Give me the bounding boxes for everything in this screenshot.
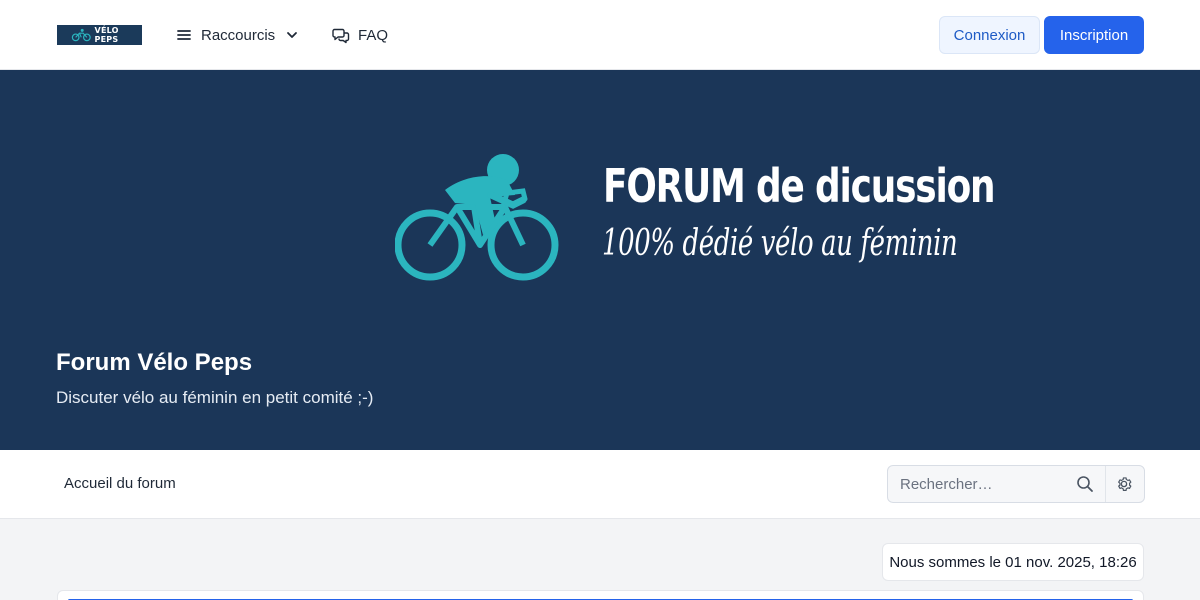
login-button[interactable]: Connexion: [939, 16, 1040, 54]
site-title[interactable]: Forum Vélo Peps: [56, 349, 252, 377]
banner-subtitle: 100% dédié vélo au féminin: [602, 223, 958, 264]
search-divider: [1105, 466, 1106, 502]
advanced-search-button[interactable]: [1113, 473, 1135, 495]
chat-bubbles-icon: [332, 28, 350, 44]
hero-header: FORUM de dicussion 100% dédié vélo au fé…: [0, 70, 1200, 450]
search-box: [887, 465, 1145, 503]
shortcuts-menu[interactable]: Raccourcis: [176, 22, 299, 48]
search-icon: [1077, 476, 1093, 492]
register-button[interactable]: Inscription: [1044, 16, 1144, 54]
faq-label: FAQ: [358, 26, 389, 44]
search-button[interactable]: [1074, 473, 1096, 495]
shortcuts-label: Raccourcis: [201, 26, 276, 44]
top-navbar: VÉLO PEPS Raccourcis FAQ Connexion Inscr…: [0, 0, 1200, 70]
chevron-down-icon: [287, 32, 298, 38]
forum-banner: FORUM de dicussion 100% dédié vélo au fé…: [395, 145, 996, 295]
search-input[interactable]: [888, 466, 1070, 502]
banner-title: FORUM de dicussion: [603, 159, 996, 213]
logo-text: VÉLO PEPS: [94, 26, 119, 44]
cyclist-icon: [395, 154, 559, 281]
gear-icon: [1118, 477, 1132, 491]
hamburger-menu-icon: [177, 30, 191, 40]
site-description: Discuter vélo au féminin en petit comité…: [56, 388, 374, 407]
faq-link[interactable]: FAQ: [332, 22, 388, 48]
breadcrumb-bar: Accueil du forum: [0, 450, 1200, 519]
forum-index-card: [57, 590, 1144, 600]
breadcrumb-home-link[interactable]: Accueil du forum: [64, 475, 176, 492]
site-logo[interactable]: VÉLO PEPS: [57, 25, 142, 45]
cyclist-logo-icon: [71, 28, 91, 42]
current-date-badge: Nous sommes le 01 nov. 2025, 18:26: [882, 543, 1144, 581]
